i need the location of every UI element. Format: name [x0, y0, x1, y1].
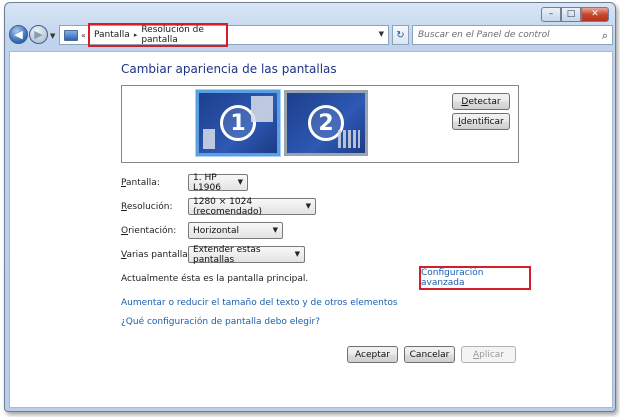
- monitor-2-grid-decoration: [338, 130, 360, 148]
- which-settings-link[interactable]: ¿Qué configuración de pantalla debo eleg…: [121, 317, 320, 327]
- breadcrumb-separator-icon[interactable]: ▸: [134, 31, 138, 39]
- breadcrumb: Pantalla ▸ Resolución de pantalla: [88, 23, 228, 47]
- detect-button[interactable]: Detectar: [452, 93, 510, 110]
- monitor-1[interactable]: 1: [196, 90, 280, 156]
- address-bar[interactable]: « Pantalla ▸ Resolución de pantalla ▼: [59, 23, 389, 47]
- display-label: Pantalla:: [121, 178, 160, 188]
- advanced-settings-link[interactable]: Configuración avanzada: [419, 266, 531, 290]
- navigation-bar: ◀ ▶ ▼ « Pantalla ▸ Resolución de pantall…: [9, 23, 613, 47]
- minimize-icon[interactable]: –: [541, 7, 561, 22]
- search-placeholder: Buscar en el Panel de control: [418, 30, 550, 40]
- display-select[interactable]: 1. HP L1906 ▼: [188, 173, 248, 193]
- forward-arrow-icon[interactable]: ▶: [29, 25, 48, 44]
- window-controls: – □ ✕: [541, 7, 609, 22]
- close-icon[interactable]: ✕: [581, 7, 609, 22]
- chevron-down-icon: ▼: [272, 226, 278, 234]
- page-title: Cambiar apariencia de las pantallas: [121, 62, 337, 76]
- orientation-select[interactable]: Horizontal ▼: [188, 222, 283, 239]
- monitor-1-sidebar-decoration: [203, 129, 215, 149]
- cancel-button[interactable]: Cancelar: [404, 346, 455, 363]
- search-icon[interactable]: ⌕: [602, 29, 608, 43]
- history-chevron-icon[interactable]: «: [81, 31, 86, 40]
- identify-button[interactable]: Identificar: [452, 113, 510, 130]
- text-size-link[interactable]: Aumentar o reducir el tamaño del texto y…: [121, 298, 398, 308]
- chevron-down-icon: ▼: [294, 250, 300, 258]
- refresh-icon[interactable]: ↻: [392, 25, 409, 45]
- breadcrumb-item-resolucion[interactable]: Resolución de pantalla: [141, 25, 226, 45]
- address-dropdown-icon[interactable]: ▼: [379, 30, 384, 38]
- resolution-select[interactable]: 1280 × 1024 (recomendado) ▼: [188, 197, 316, 217]
- chevron-down-icon: ▼: [237, 178, 243, 186]
- search-input[interactable]: Buscar en el Panel de control ⌕: [412, 25, 613, 45]
- multiple-displays-select[interactable]: Extender estas pantallas ▼: [188, 245, 305, 265]
- apply-button[interactable]: Aplicar: [461, 346, 516, 363]
- main-content: Cambiar apariencia de las pantallas 1 2 …: [9, 51, 613, 408]
- monitor-2[interactable]: 2: [284, 90, 368, 156]
- breadcrumb-item-pantalla[interactable]: Pantalla: [94, 30, 130, 40]
- recent-pages-chevron-icon[interactable]: ▼: [50, 32, 55, 40]
- orientation-label: Orientación:: [121, 226, 177, 236]
- multiple-displays-label: Varias pantallas:: [121, 250, 196, 260]
- chevron-down-icon: ▼: [305, 202, 311, 210]
- accept-button[interactable]: Aceptar: [347, 346, 398, 363]
- control-panel-window: – □ ✕ ◀ ▶ ▼ « Pantalla ▸ Resolución de p…: [4, 2, 616, 412]
- primary-display-status: Actualmente ésta es la pantalla principa…: [121, 274, 309, 284]
- control-panel-icon: [64, 29, 78, 41]
- resolution-label: Resolución:: [121, 202, 173, 212]
- back-arrow-icon[interactable]: ◀: [9, 25, 28, 44]
- monitor-arrangement-panel: 1 2 Detectar Identificar: [121, 85, 519, 163]
- monitor-1-window-decoration: [251, 96, 273, 122]
- maximize-icon[interactable]: □: [561, 7, 581, 22]
